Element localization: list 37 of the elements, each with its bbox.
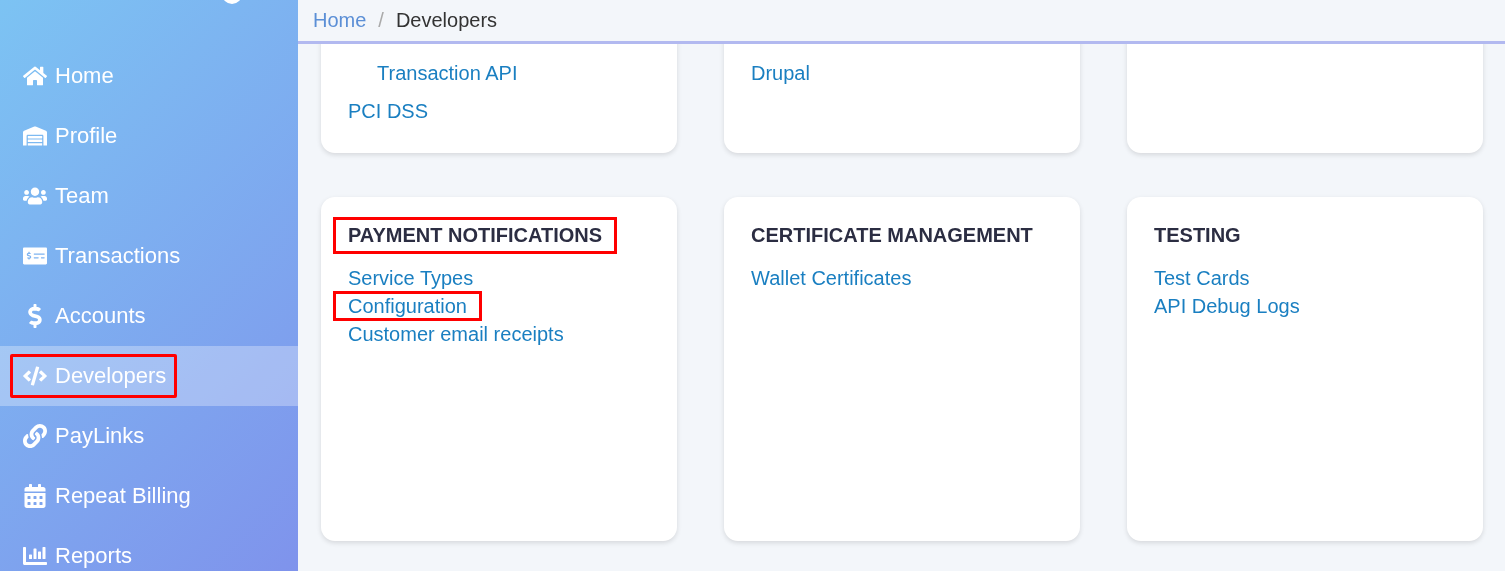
sidebar-item[interactable]: Home [0, 46, 298, 106]
sidebar-item[interactable]: PayLinks [0, 406, 298, 466]
bar-chart-icon [21, 544, 49, 568]
sidebar-item[interactable]: Reports [0, 526, 298, 571]
doc-link[interactable]: Customer email receipts [333, 319, 579, 349]
sidebar-label: Accounts [55, 303, 146, 329]
warehouse-icon [21, 124, 49, 148]
sidebar-label: Home [55, 63, 114, 89]
card-title: CERTIFICATE MANAGEMENT [750, 223, 1034, 248]
doc-link[interactable]: API Debug Logs [1139, 291, 1315, 321]
doc-link[interactable]: Test Cards [1139, 263, 1265, 293]
link-icon [21, 424, 49, 448]
doc-link[interactable]: Transaction API [362, 58, 533, 88]
house-icon [21, 64, 49, 88]
sidebar-label: Profile [55, 123, 118, 149]
sidebar-item[interactable]: Team [0, 166, 298, 226]
sidebar-item[interactable]: Profile [0, 106, 298, 166]
breadcrumb-link[interactable]: Home [313, 9, 367, 32]
doc-link[interactable]: Drupal [736, 58, 825, 88]
card-title: TESTING [1153, 223, 1242, 248]
sidebar-label: Reports [55, 543, 133, 569]
card-title: PAYMENT NOTIFICATIONS [333, 217, 618, 254]
sidebar-label: Developers [55, 363, 167, 389]
sidebar-label: Transactions [55, 243, 181, 269]
doc-link[interactable]: PCI DSS [333, 96, 444, 126]
sidebar-item[interactable]: Repeat Billing [0, 466, 298, 526]
doc-link[interactable]: Service Types [333, 263, 489, 293]
doc-link[interactable]: Configuration [333, 291, 482, 321]
sidebar-label: Team [55, 183, 109, 209]
sidebar-item[interactable]: Transactions [0, 226, 298, 286]
code-icon [21, 364, 49, 388]
breadcrumb-separator: / [378, 9, 384, 32]
sidebar-item[interactable]: Developers [0, 346, 298, 406]
doc-link[interactable]: Wallet Certificates [736, 263, 927, 293]
sidebar-label: PayLinks [55, 423, 145, 449]
sidebar-label: Repeat Billing [55, 483, 191, 509]
sidebar-item[interactable]: Accounts [0, 286, 298, 346]
